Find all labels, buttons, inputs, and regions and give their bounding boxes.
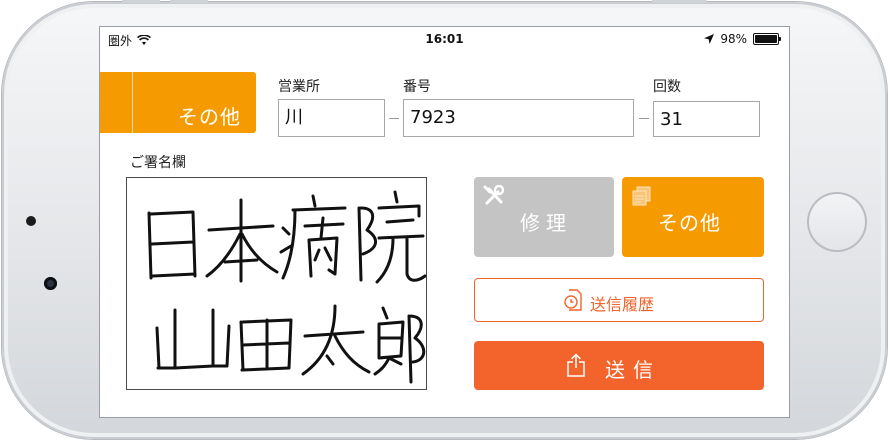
wrench-screwdriver-icon [483,185,505,205]
office-label: 営業所 [278,79,320,95]
app-screen: 圏外 16:01 98% その他 営業所 川 番号 7923 回数 31 ご署名… [100,27,789,417]
signature-label: ご署名欄 [130,155,186,171]
send-button-label: 送信 [605,358,661,382]
history-button[interactable]: 送信履歴 [474,278,764,322]
category-button-label: その他 [178,105,241,129]
battery-percent: 98% [720,32,747,46]
count-field[interactable]: 31 [653,101,760,137]
category-divider [132,72,133,133]
home-button[interactable] [807,192,867,252]
repair-button[interactable]: 修理 [474,177,614,257]
earpiece-speaker [26,216,36,226]
battery-icon [753,33,781,45]
signature-pad[interactable] [126,177,427,390]
documents-icon [632,186,651,206]
number-label: 番号 [403,79,431,95]
front-camera [44,277,57,290]
count-label: 回数 [653,79,681,95]
other-button[interactable]: その他 [622,177,764,257]
clock-document-icon [564,289,582,311]
handwritten-signature [147,190,427,384]
send-button[interactable]: 送信 [474,341,764,390]
other-button-label: その他 [658,211,721,235]
power-button [652,0,707,3]
category-button[interactable]: その他 [100,72,256,133]
volume-button [122,0,160,3]
status-bar: 圏外 16:01 98% [100,27,789,51]
separator-dash [639,118,649,119]
volume-button [170,0,208,3]
location-arrow-icon [704,34,715,44]
separator-dash [389,118,399,119]
number-field[interactable]: 7923 [403,99,634,137]
history-button-label: 送信履歴 [590,295,655,314]
status-time: 16:01 [425,32,464,46]
battery-level [755,35,777,43]
repair-button-label: 修理 [520,211,572,235]
office-field[interactable]: 川 [278,99,385,137]
share-upload-icon [567,353,585,377]
